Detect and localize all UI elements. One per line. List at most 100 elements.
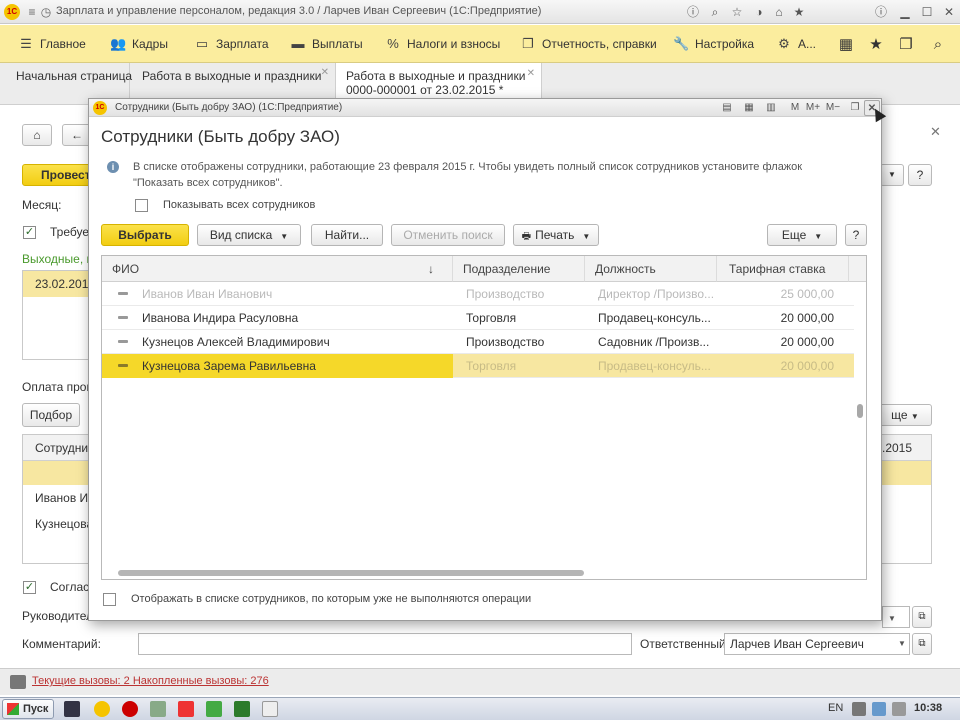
copy-icon[interactable]: ❐ bbox=[896, 35, 916, 55]
section-label: Выплаты bbox=[312, 37, 363, 51]
help-button[interactable]: ? bbox=[845, 224, 867, 246]
app-c2-icon[interactable] bbox=[262, 701, 278, 717]
favorites-icon[interactable]: ☆ bbox=[728, 3, 746, 21]
bookmark-icon[interactable]: ⌂ bbox=[770, 3, 788, 21]
table-row[interactable] bbox=[23, 461, 91, 485]
manager-open-button[interactable]: ⧉ bbox=[912, 606, 932, 628]
language-indicator[interactable]: EN bbox=[828, 702, 843, 714]
section-settings[interactable]: 🔧 Настройка bbox=[673, 25, 754, 63]
table-row[interactable]: Иванова Индира Расуловна Торговля Продав… bbox=[102, 306, 854, 330]
employees-table-left: Сотрудни Иванов И Кузнецова bbox=[22, 434, 92, 564]
manager-dropdown[interactable]: ▼ bbox=[882, 606, 910, 628]
app-icon[interactable] bbox=[206, 701, 222, 717]
search-icon[interactable]: ⌕ bbox=[706, 3, 724, 21]
section-taxes[interactable]: % Налоги и взносы bbox=[385, 25, 500, 63]
cell-rate: 20 000,00 bbox=[780, 359, 834, 373]
search-icon[interactable]: ⌕ bbox=[928, 35, 948, 55]
tool-icon[interactable] bbox=[150, 701, 166, 717]
select-button[interactable]: Подбор bbox=[22, 403, 80, 427]
maximize-icon[interactable]: ☐ bbox=[918, 3, 936, 21]
required-checkbox[interactable]: ✓ bbox=[23, 226, 36, 239]
more-button[interactable]: Еще ▼ bbox=[767, 224, 837, 246]
comment-input[interactable] bbox=[138, 633, 632, 655]
cell-rate: 20 000,00 bbox=[780, 335, 834, 349]
section-main[interactable]: ☰ Главное bbox=[18, 25, 86, 63]
table-row[interactable]: Иванов И bbox=[23, 485, 91, 511]
volume-icon[interactable] bbox=[892, 702, 906, 716]
home-button[interactable]: ⌂ bbox=[22, 124, 52, 146]
show-inactive-checkbox[interactable] bbox=[103, 593, 116, 606]
post-button[interactable]: Провест bbox=[22, 164, 92, 186]
section-reports[interactable]: ❐ Отчетность, справки bbox=[520, 25, 657, 63]
employees-dialog: 1С Сотрудники (Быть добру ЗАО) (1С:Предп… bbox=[88, 98, 882, 621]
1c-icon[interactable] bbox=[94, 701, 110, 717]
column-header-fio[interactable]: ФИО ↓ bbox=[102, 256, 453, 282]
close-icon[interactable]: ✕ bbox=[940, 3, 958, 21]
section-salary[interactable]: ▭ Зарплата bbox=[194, 25, 269, 63]
memory-m-icon[interactable]: M bbox=[787, 100, 803, 116]
dropdown-button[interactable]: ▼ bbox=[880, 164, 904, 186]
comment-label: Комментарий: bbox=[22, 637, 101, 651]
calculator-icon[interactable]: ▥ bbox=[763, 100, 779, 116]
cell-fio: Иванова Индира Расуловна bbox=[142, 311, 299, 325]
help-button[interactable]: ? bbox=[908, 164, 932, 186]
calendar-icon[interactable]: ▦ bbox=[741, 100, 757, 116]
close-form-icon[interactable]: ✕ bbox=[930, 124, 941, 140]
more-button-right[interactable]: ще ▼ bbox=[878, 404, 932, 426]
vertical-scrollbar-thumb[interactable] bbox=[857, 404, 863, 418]
chevron-down-icon: ▼ bbox=[280, 232, 289, 241]
all-functions-icon[interactable]: ▦ bbox=[836, 35, 856, 55]
payments-icon: ▬ bbox=[291, 36, 305, 51]
find-button[interactable]: Найти... bbox=[311, 224, 383, 246]
help-icon[interactable]: ⓘ bbox=[872, 3, 890, 21]
calls-status[interactable]: Текущие вызовы: 2 Накопленные вызовы: 27… bbox=[32, 675, 269, 687]
responsible-open-button[interactable]: ⧉ bbox=[912, 633, 932, 655]
save-icon[interactable] bbox=[64, 701, 80, 717]
memory-minus-icon[interactable]: M− bbox=[825, 100, 841, 116]
network-icon[interactable] bbox=[872, 702, 886, 716]
app-c-icon[interactable] bbox=[234, 701, 250, 717]
memory-plus-icon[interactable]: M+ bbox=[805, 100, 821, 116]
clock: 10:38 bbox=[914, 702, 943, 714]
history-icon[interactable]: ◑ bbox=[750, 3, 768, 21]
info-icon[interactable]: ⓘ bbox=[684, 3, 702, 21]
window-titlebar: 1С ≡ ◷ Зарплата и управление персоналом,… bbox=[0, 0, 960, 24]
cell-fio: Иванов Иван Иванович bbox=[142, 287, 273, 301]
view-list-button[interactable]: Вид списка ▼ bbox=[197, 224, 301, 246]
print-preview-icon[interactable]: ▤ bbox=[719, 100, 735, 116]
section-admin[interactable]: ⚙ А... bbox=[776, 25, 816, 63]
table-row[interactable] bbox=[882, 461, 931, 485]
start-button[interactable]: Пуск bbox=[2, 699, 54, 719]
responsible-input[interactable]: Ларчев Иван Сергеевич bbox=[724, 633, 910, 655]
table-row[interactable]: Кузнецов Алексей Владимирович Производст… bbox=[102, 330, 854, 354]
section-hr[interactable]: 👥 Кадры bbox=[110, 25, 168, 63]
chevron-down-icon[interactable]: ▼ bbox=[898, 639, 906, 648]
column-header-dept[interactable]: Подразделение bbox=[453, 256, 585, 282]
date-cell[interactable]: 23.02.2015 bbox=[23, 271, 95, 297]
column-header-rate[interactable]: Тарифная ставка bbox=[717, 256, 849, 282]
table-row[interactable]: Иванов Иван Иванович Производство Директ… bbox=[102, 282, 854, 306]
cancel-search-button[interactable]: Отменить поиск bbox=[391, 224, 505, 246]
column-header-position[interactable]: Должность bbox=[585, 256, 717, 282]
table-row[interactable]: Кузнецова bbox=[23, 511, 91, 537]
print-button[interactable]: 🖶 Печать ▼ bbox=[513, 224, 599, 246]
select-button[interactable]: Выбрать bbox=[101, 224, 189, 246]
clock-icon[interactable]: ◷ bbox=[38, 4, 54, 20]
close-tab-icon[interactable]: ✕ bbox=[527, 67, 535, 81]
cell-position: Директор /Произво... bbox=[598, 287, 715, 301]
tray-icon[interactable] bbox=[852, 702, 866, 716]
minimize-icon[interactable]: ▁ bbox=[896, 3, 914, 21]
star-icon[interactable]: ★ bbox=[790, 3, 808, 21]
opera-icon[interactable] bbox=[122, 701, 138, 717]
restore-icon[interactable]: ❐ bbox=[847, 100, 863, 116]
horizontal-scrollbar-thumb[interactable] bbox=[118, 570, 584, 576]
show-all-checkbox[interactable] bbox=[135, 199, 148, 212]
agree-checkbox[interactable]: ✓ bbox=[23, 581, 36, 594]
table-row-selected[interactable]: Кузнецова Зарема Равильевна Торговля Про… bbox=[102, 354, 854, 378]
favorites-star-icon[interactable]: ★ bbox=[866, 35, 886, 55]
close-tab-icon[interactable]: ✕ bbox=[321, 67, 329, 78]
show-inactive-label: Отображать в списке сотрудников, по кото… bbox=[131, 593, 532, 605]
section-payments[interactable]: ▬ Выплаты bbox=[290, 25, 363, 63]
yandex-icon[interactable] bbox=[178, 701, 194, 717]
home-icon: ⌂ bbox=[33, 128, 41, 142]
